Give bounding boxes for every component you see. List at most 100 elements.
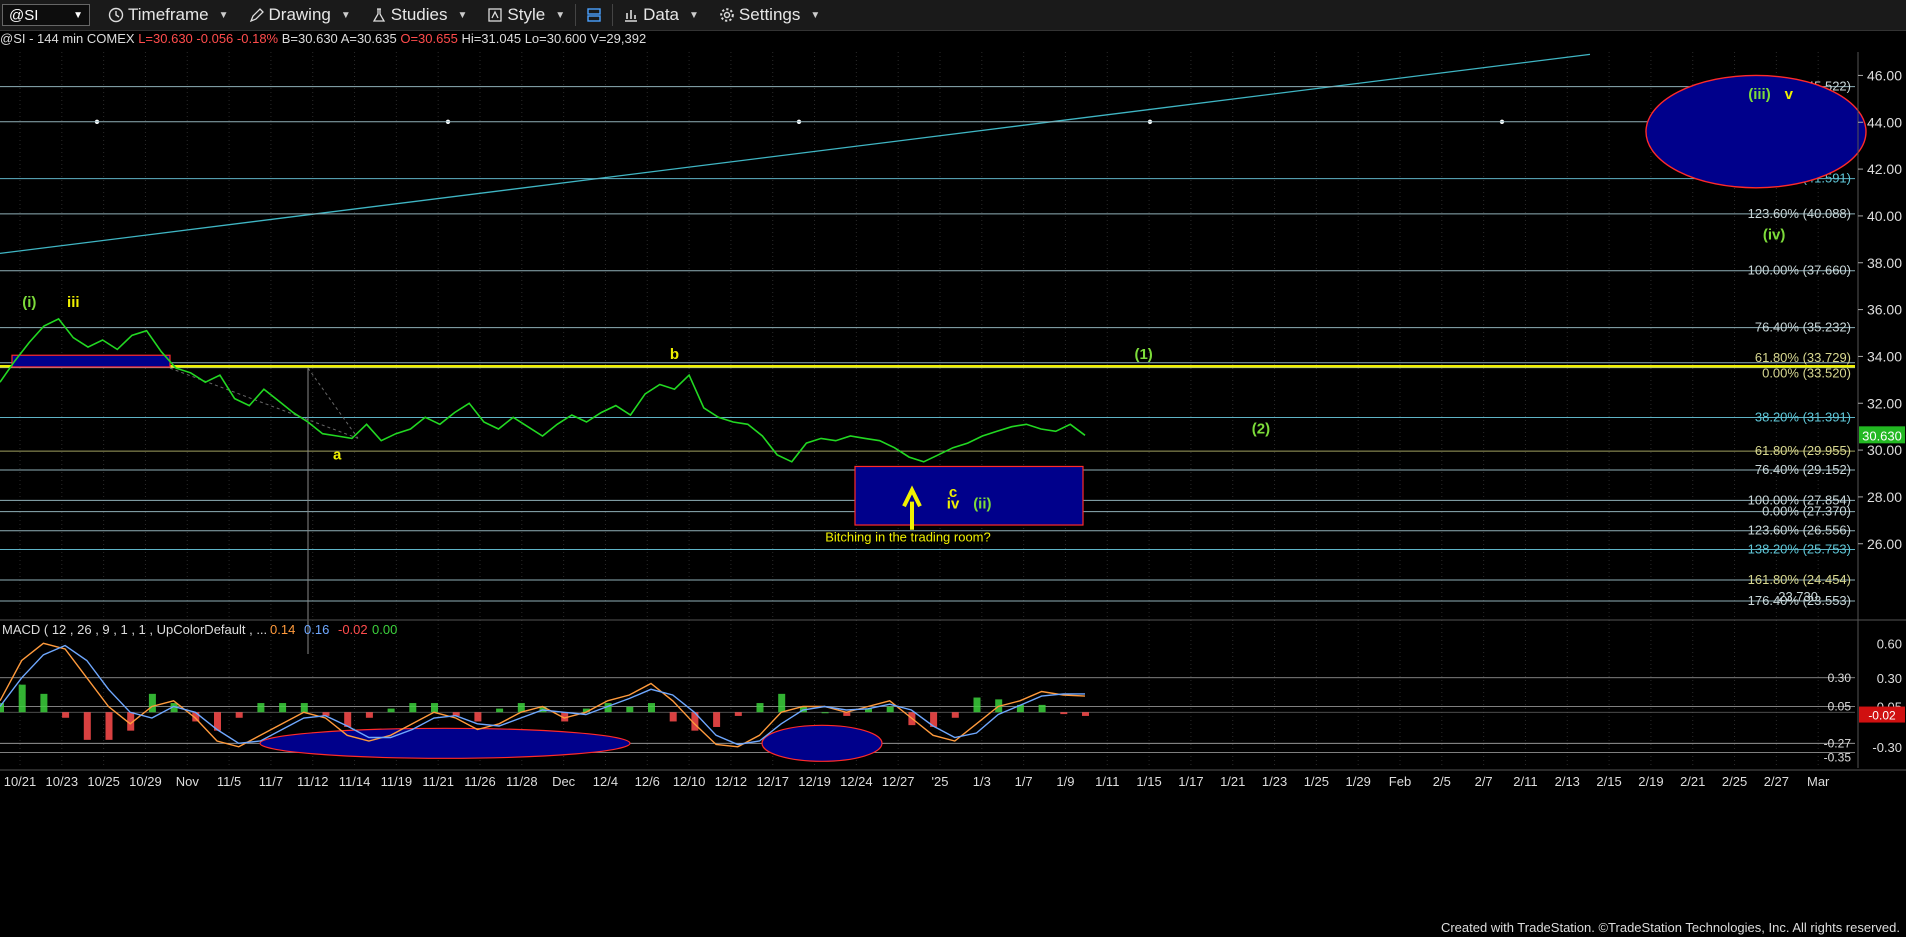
quote-change-pct: -0.18% <box>236 31 279 46</box>
fib-level-label: 0.00% (27.370) <box>1762 504 1851 519</box>
bar-chart-icon <box>625 10 638 22</box>
macd-histogram-bar <box>83 712 91 740</box>
time-axis-label: 2/21 <box>1680 774 1705 789</box>
macd-histogram-bar <box>474 712 482 722</box>
clock-icon <box>108 7 124 23</box>
time-axis-label: Nov <box>176 774 200 789</box>
macd-histogram-bar <box>951 712 959 718</box>
data-menu[interactable]: Data ▼ <box>613 0 709 30</box>
macd-axis-label: 0.30 <box>1877 671 1902 686</box>
wave-label: b <box>670 346 679 363</box>
macd-level-label: 0.30 <box>1828 671 1852 685</box>
chevron-down-icon[interactable]: ▼ <box>73 10 83 21</box>
timeframe-label: Timeframe <box>128 5 209 24</box>
macd-histogram-bar <box>105 712 113 740</box>
fib-level-label: 38.20% (31.391) <box>1755 410 1851 425</box>
quote-open: O=30.655 <box>400 31 458 46</box>
time-axis-label: 1/17 <box>1178 774 1203 789</box>
drawing-menu[interactable]: Drawing ▼ <box>239 0 361 30</box>
time-axis-label: 2/27 <box>1764 774 1789 789</box>
price-axis-label: 36.00 <box>1867 302 1902 318</box>
footer-credit: Created with TradeStation. ©TradeStation… <box>1440 920 1900 935</box>
macd-histogram-bar <box>1038 704 1046 713</box>
macd-legend-value: 0.16 <box>304 622 329 637</box>
price-axis-label: 38.00 <box>1867 255 1902 271</box>
fib-level-label: 61.80% (33.729) <box>1755 350 1851 365</box>
time-axis-label: 11/21 <box>422 774 454 789</box>
time-axis-label: 12/17 <box>756 774 789 789</box>
fib-level-label: 0.00% (33.520) <box>1762 366 1851 381</box>
chevron-down-icon: ▼ <box>340 9 351 21</box>
data-label: Data <box>643 5 680 24</box>
macd-panel[interactable]: MACD ( 12 , 26 , 9 , 1 , 1 , UpColorDefa… <box>0 622 1905 765</box>
time-axis-label: 12/6 <box>635 774 660 789</box>
macd-histogram-bar <box>257 703 265 713</box>
macd-histogram-bar <box>148 693 156 713</box>
pencil-icon <box>249 8 264 23</box>
time-axis-label: 10/25 <box>87 774 120 789</box>
macd-level-label: 0.05 <box>1828 700 1852 714</box>
timeframe-menu[interactable]: Timeframe ▼ <box>98 0 239 30</box>
time-axis-label: 12/12 <box>715 774 748 789</box>
macd-ellipse <box>259 727 631 759</box>
layout-icon <box>587 8 601 22</box>
time-axis-label: 1/9 <box>1056 774 1074 789</box>
style-label: Style <box>507 5 546 24</box>
time-axis-label: 1/25 <box>1304 774 1329 789</box>
wave-label: (ii) <box>973 496 991 513</box>
style-menu[interactable]: Style ▼ <box>477 0 575 30</box>
symbol-input[interactable]: @SI ▼ <box>2 4 90 26</box>
time-axis-label: 1/21 <box>1220 774 1245 789</box>
chevron-down-icon: ▼ <box>689 9 699 21</box>
time-axis-label: 10/29 <box>129 774 162 789</box>
time-axis-label: 2/5 <box>1433 774 1451 789</box>
time-axis-label: 2/19 <box>1638 774 1663 789</box>
macd-level-label: -0.27 <box>1824 736 1852 750</box>
wave-label: (iv) <box>1763 226 1786 243</box>
macd-histogram-bar <box>409 703 417 713</box>
macd-legend-value: 0.00 <box>372 622 397 637</box>
time-axis-label: 1/3 <box>973 774 991 789</box>
chart-area[interactable]: 176.40% (45.522)161.80% (44.019)138.20% … <box>0 48 1906 918</box>
wave-connector <box>169 367 359 439</box>
price-panel[interactable]: 176.40% (45.522)161.80% (44.019)138.20% … <box>0 52 1906 768</box>
studies-menu[interactable]: Studies ▼ <box>361 0 478 30</box>
fib-level-label: 123.60% (26.556) <box>1748 523 1851 538</box>
time-axis-label: 1/29 <box>1346 774 1371 789</box>
time-axis-label: 1/7 <box>1015 774 1033 789</box>
time-axis-label: 2/13 <box>1555 774 1580 789</box>
price-axis-label: 42.00 <box>1867 161 1902 177</box>
drawing-label: Drawing <box>268 5 331 24</box>
gear-icon <box>720 8 734 22</box>
fib-level-label: 100.00% (37.660) <box>1748 263 1851 278</box>
chevron-down-icon: ▼ <box>457 9 468 21</box>
time-axis-label: 11/14 <box>339 774 371 789</box>
time-axis-label: '25 <box>932 774 949 789</box>
macd-ellipse <box>761 724 883 762</box>
macd-histogram-bar <box>756 703 764 713</box>
settings-menu[interactable]: Settings ▼ <box>709 0 830 30</box>
time-axis-label: Mar <box>1807 774 1830 789</box>
highlight-box <box>11 354 171 368</box>
price-axis-label: 32.00 <box>1867 395 1902 411</box>
time-axis-label: 12/19 <box>798 774 831 789</box>
quote-high: Hi=31.045 <box>461 31 522 46</box>
quote-bar: @SI - 144 min COMEX L=30.630 -0.056 -0.1… <box>0 31 646 49</box>
fib-level-label: 138.20% (25.753) <box>1748 542 1851 557</box>
quote-last: L=30.630 <box>138 31 193 46</box>
fib-level-label: 23.730 <box>1778 589 1818 604</box>
price-axis-label: 40.00 <box>1867 208 1902 224</box>
fib-level-label: 76.40% (29.152) <box>1755 462 1851 477</box>
price-axis-label: 46.00 <box>1867 67 1902 83</box>
macd-histogram-bar <box>648 703 655 713</box>
wave-label: (1) <box>1134 346 1152 363</box>
layout-toggle-button[interactable] <box>576 0 612 30</box>
time-axis-label: 11/7 <box>259 774 283 789</box>
price-axis-label: 26.00 <box>1867 536 1902 552</box>
time-axis-label: 11/19 <box>381 774 413 789</box>
time-axis-label: 11/5 <box>217 774 241 789</box>
time-axis-label: 12/27 <box>882 774 915 789</box>
signal-line <box>0 644 1085 746</box>
price-axis-label: 28.00 <box>1867 489 1902 505</box>
macd-histogram-bar <box>431 703 438 713</box>
